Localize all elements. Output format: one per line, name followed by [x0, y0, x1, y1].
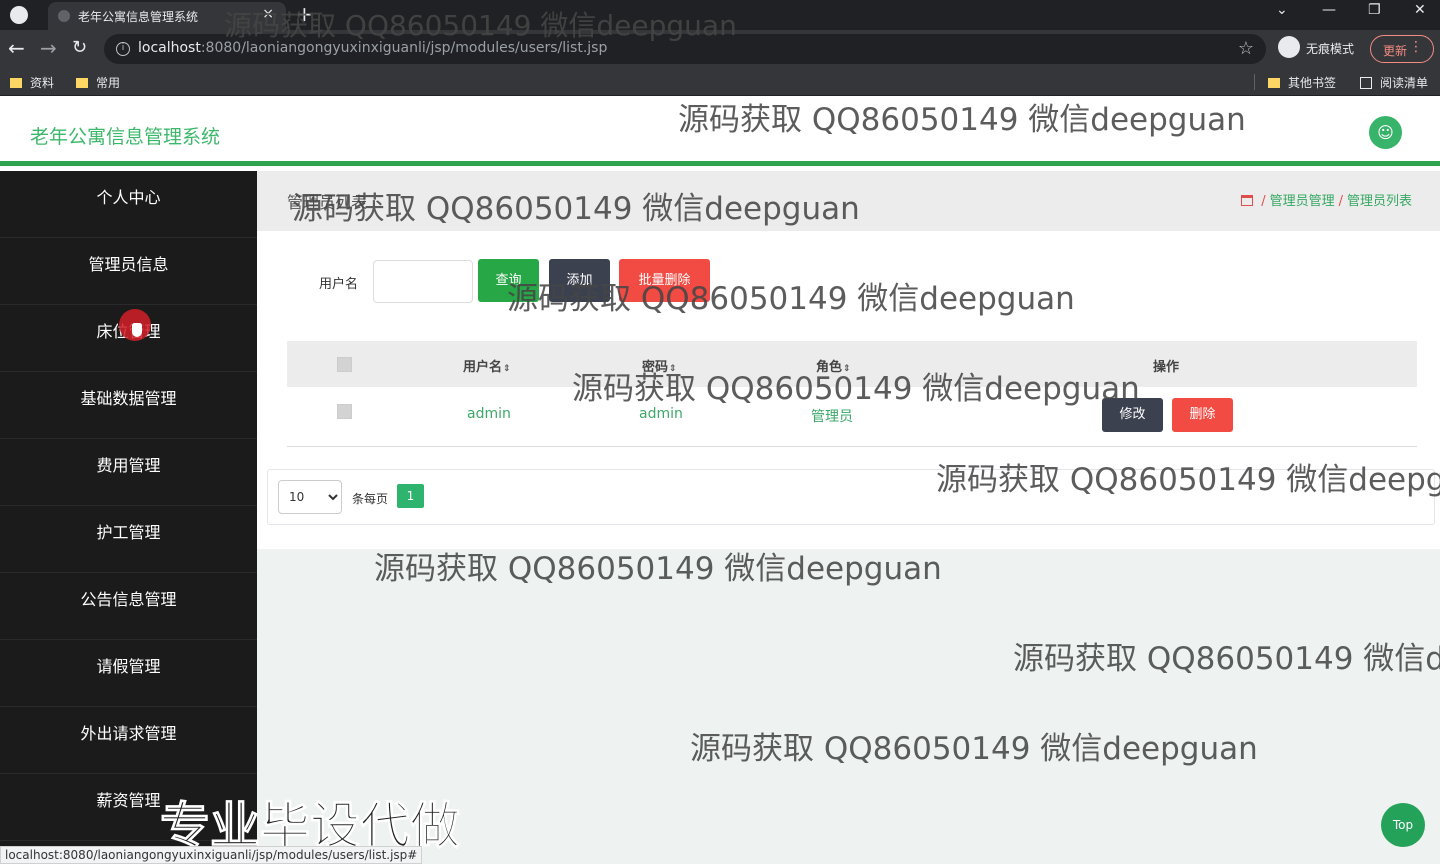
url-text: localhost:8080/laoniangongyuxinxiguanli/…: [138, 40, 607, 56]
cell-password: admin: [639, 406, 683, 422]
reading-list[interactable]: 阅读清单: [1360, 74, 1428, 91]
search-button[interactable]: 查询: [478, 259, 539, 302]
url-path: :8080/laoniangongyuxinxiguanli/jsp/modul…: [200, 40, 608, 56]
browser-tab[interactable]: 老年公寓信息管理系统 ×: [48, 2, 286, 30]
delete-button[interactable]: 删除: [1172, 398, 1233, 432]
column-label: 密码: [642, 360, 669, 375]
forward-icon[interactable]: →: [40, 36, 57, 60]
site-info-icon[interactable]: i: [116, 42, 130, 56]
more-menu-icon[interactable]: ⋮: [1409, 39, 1423, 55]
close-window-button[interactable]: ✕: [1414, 2, 1426, 18]
update-button[interactable]: 更新 ⋮: [1370, 35, 1434, 63]
bookmarks-bar: 资料 常用 其他书签 阅读清单: [0, 68, 1440, 96]
breadcrumb-separator: /: [1338, 194, 1343, 209]
bookmark-folder-ziliao[interactable]: 资料: [10, 74, 54, 91]
incognito-label: 无痕模式: [1306, 42, 1355, 56]
reading-list-icon: [1360, 77, 1372, 89]
sidebar-item-announcements[interactable]: 公告信息管理: [0, 573, 257, 640]
edit-button[interactable]: 修改: [1102, 398, 1163, 432]
sort-icon[interactable]: ⇕: [843, 364, 851, 374]
sidebar-item-admin-info[interactable]: 管理员信息: [0, 238, 257, 305]
back-to-top-button[interactable]: Top: [1381, 803, 1425, 847]
other-bookmarks-label: 其他书签: [1288, 76, 1337, 90]
page-number-button[interactable]: 1: [397, 484, 424, 508]
column-header-password[interactable]: 密码⇕: [642, 356, 677, 375]
sort-icon[interactable]: ⇕: [669, 364, 677, 374]
breadcrumb-item-admin-list: 管理员列表: [1346, 194, 1412, 209]
sidebar-item-fees[interactable]: 费用管理: [0, 439, 257, 506]
add-button[interactable]: 添加: [549, 259, 610, 302]
back-icon[interactable]: ←: [8, 36, 25, 60]
page-size-select[interactable]: 10: [278, 480, 342, 514]
table-row: admin admin 管理员 修改 删除: [287, 387, 1417, 447]
app-header: 老年公寓信息管理系统 ☺: [0, 100, 1440, 166]
sidebar-item-caregivers[interactable]: 护工管理: [0, 506, 257, 573]
new-tab-button[interactable]: +: [296, 2, 313, 26]
browser-address-bar: ← → ↻ i localhost:8080/laoniangongyuxinx…: [0, 30, 1440, 68]
url-input[interactable]: i localhost:8080/laoniangongyuxinxiguanl…: [104, 34, 1266, 64]
sort-icon[interactable]: ⇕: [503, 364, 511, 374]
column-label: 用户名: [463, 360, 503, 375]
breadcrumb: / 管理员管理 / 管理员列表: [1241, 190, 1412, 209]
main-content: 管理员列表 / 管理员管理 / 管理员列表 用户名 查询 添加 批量删除 用户名⇕ 密…: [257, 171, 1440, 864]
bookmark-label: 资料: [30, 76, 55, 90]
folder-icon: [1268, 78, 1280, 88]
restore-button[interactable]: ❐: [1368, 2, 1381, 18]
browser-profile-icon[interactable]: [10, 6, 28, 24]
reload-icon[interactable]: ↻: [72, 36, 87, 60]
breadcrumb-bar: 管理员列表 / 管理员管理 / 管理员列表: [257, 171, 1440, 231]
bookmark-label: 常用: [96, 76, 121, 90]
breadcrumb-item-admin-management[interactable]: 管理员管理: [1270, 194, 1335, 209]
username-label: 用户名: [319, 277, 359, 292]
user-avatar-icon[interactable]: ☺: [1369, 116, 1402, 149]
folder-icon: [76, 78, 88, 88]
tab-favicon-icon: [58, 10, 70, 22]
breadcrumb-separator: /: [1261, 194, 1266, 209]
home-icon[interactable]: [1241, 195, 1254, 206]
mouse-cursor-icon: [132, 323, 142, 337]
incognito-icon[interactable]: [1278, 36, 1300, 58]
cell-username: admin: [467, 406, 511, 422]
column-label: 角色: [816, 360, 843, 375]
sidebar-item-leave[interactable]: 请假管理: [0, 640, 257, 707]
status-bar-url: localhost:8080/laoniangongyuxinxiguanli/…: [0, 846, 423, 864]
sidebar: 个人中心 管理员信息 床位管理 基础数据管理 费用管理 护工管理 公告信息管理 …: [0, 171, 257, 864]
pagination: 10 条每页 1: [267, 469, 1435, 525]
tab-title: 老年公寓信息管理系统: [78, 10, 199, 24]
app-title: 老年公寓信息管理系统: [30, 126, 221, 148]
row-checkbox[interactable]: [337, 404, 352, 419]
sidebar-item-outing-requests[interactable]: 外出请求管理: [0, 707, 257, 774]
column-header-actions: 操作: [1153, 360, 1180, 375]
url-host: localhost: [138, 40, 201, 56]
bookmark-folder-changyong[interactable]: 常用: [76, 74, 120, 91]
cell-role: 管理员: [811, 409, 853, 425]
tab-close-icon[interactable]: ×: [262, 6, 274, 22]
update-label: 更新: [1383, 44, 1408, 58]
tab-search-icon[interactable]: ⌄: [1276, 2, 1288, 18]
column-header-role[interactable]: 角色⇕: [816, 356, 851, 375]
bookmarks-divider: [1254, 74, 1255, 90]
column-header-username[interactable]: 用户名⇕: [463, 356, 511, 375]
folder-icon: [10, 78, 22, 88]
sidebar-item-base-data[interactable]: 基础数据管理: [0, 372, 257, 439]
minimize-button[interactable]: —: [1322, 2, 1336, 18]
page-title: 管理员列表: [287, 193, 368, 212]
username-search-input[interactable]: [373, 260, 473, 303]
select-all-checkbox[interactable]: [337, 357, 352, 372]
browser-tab-bar: 老年公寓信息管理系统 × + ⌄ — ❐ ✕: [0, 0, 1440, 30]
reading-list-label: 阅读清单: [1380, 76, 1429, 90]
sidebar-item-personal-center[interactable]: 个人中心: [0, 171, 257, 238]
batch-delete-button[interactable]: 批量删除: [619, 259, 710, 302]
table-header: 用户名⇕ 密码⇕ 角色⇕ 操作: [287, 341, 1417, 387]
page-size-label: 条每页: [352, 492, 389, 506]
bookmark-star-icon[interactable]: ☆: [1238, 38, 1254, 59]
other-bookmarks[interactable]: 其他书签: [1268, 74, 1336, 91]
